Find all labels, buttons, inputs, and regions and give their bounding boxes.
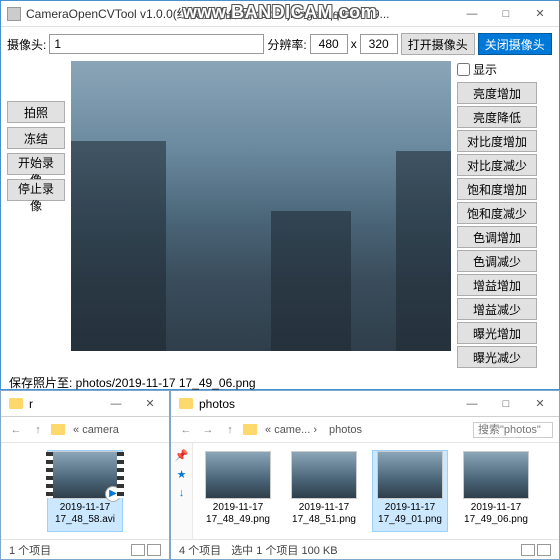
display-checkbox[interactable] xyxy=(457,63,470,76)
image-thumbnail xyxy=(463,451,529,499)
file-item-png[interactable]: 2019-11-17 17_49_01.png xyxy=(373,451,447,531)
view-icon[interactable] xyxy=(521,544,535,556)
main-window: CameraOpenCVTool v1.0.0(红模仿 小作品 csdn: ji… xyxy=(0,0,560,390)
exp2-crumb1[interactable]: « came... › xyxy=(261,423,321,437)
play-overlay-icon: ▶ xyxy=(105,486,121,502)
brightness-down-button[interactable]: 亮度降低 xyxy=(457,106,537,128)
exp2-maximize[interactable]: □ xyxy=(489,394,523,414)
contrast-up-button[interactable]: 对比度增加 xyxy=(457,130,537,152)
exp1-titlebar[interactable]: r — ✕ xyxy=(1,391,169,417)
file-name: 2019-11-17 17_49_01.png xyxy=(373,502,447,526)
exp2-statusbar: 4 个项目 选中 1 个项目 100 KB xyxy=(171,539,559,559)
explorer-window-2: photos — □ ✕ ← → ↑ « came... › photos 📌 … xyxy=(170,390,560,560)
stop-record-button[interactable]: 停止录像 xyxy=(7,179,65,201)
view-icon[interactable] xyxy=(147,544,161,556)
exp2-title: photos xyxy=(199,397,235,411)
height-input[interactable] xyxy=(360,34,398,54)
brightness-up-button[interactable]: 亮度增加 xyxy=(457,82,537,104)
camera-preview xyxy=(71,61,451,351)
camera-index-input[interactable] xyxy=(49,34,264,54)
display-label: 显示 xyxy=(473,61,497,78)
exp1-toolbar: ← ↑ « camera xyxy=(1,417,169,443)
file-item-avi[interactable]: ▶ 2019-11-17 17_48_58.avi xyxy=(48,451,122,531)
top-controls: 摄像头: 分辨率: x 打开摄像头 关闭摄像头 xyxy=(1,27,559,61)
forward-icon[interactable]: → xyxy=(199,421,217,439)
freeze-button[interactable]: 冻结 xyxy=(7,127,65,149)
hue-down-button[interactable]: 色调减少 xyxy=(457,250,537,272)
saturation-up-button[interactable]: 饱和度增加 xyxy=(457,178,537,200)
saturation-down-button[interactable]: 饱和度减少 xyxy=(457,202,537,224)
hue-up-button[interactable]: 色调增加 xyxy=(457,226,537,248)
bandicam-watermark: www.BANDICAM.com xyxy=(183,2,377,23)
res-x: x xyxy=(351,37,357,51)
gain-up-button[interactable]: 增益增加 xyxy=(457,274,537,296)
close-button[interactable]: ✕ xyxy=(523,4,557,24)
start-record-button[interactable]: 开始录像 xyxy=(7,153,65,175)
file-item-png[interactable]: 2019-11-17 17_49_06.png xyxy=(459,451,533,531)
pin-icon[interactable]: 📌 xyxy=(175,449,189,462)
up-icon[interactable]: ↑ xyxy=(221,421,239,439)
up-icon[interactable]: ↑ xyxy=(29,421,47,439)
maximize-button[interactable]: □ xyxy=(489,4,523,24)
image-thumbnail xyxy=(291,451,357,499)
file-item-png[interactable]: 2019-11-17 17_48_51.png xyxy=(287,451,361,531)
right-controls: 显示 亮度增加 亮度降低 对比度增加 对比度减少 饱和度增加 饱和度减少 色调增… xyxy=(457,61,537,368)
file-item-png[interactable]: 2019-11-17 17_48_49.png xyxy=(201,451,275,531)
file-name: 2019-11-17 17_48_51.png xyxy=(287,502,361,526)
minimize-button[interactable]: — xyxy=(455,4,489,24)
exp2-titlebar[interactable]: photos — □ ✕ xyxy=(171,391,559,417)
search-input[interactable] xyxy=(473,422,553,438)
exp2-crumb2[interactable]: photos xyxy=(325,423,366,437)
capture-button[interactable]: 拍照 xyxy=(7,101,65,123)
camera-label: 摄像头: xyxy=(7,36,46,53)
back-icon[interactable]: ← xyxy=(177,421,195,439)
close-camera-button[interactable]: 关闭摄像头 xyxy=(478,33,552,55)
exp2-minimize[interactable]: — xyxy=(455,394,489,414)
left-controls: 拍照 冻结 开始录像 停止录像 xyxy=(7,61,65,368)
view-icon[interactable] xyxy=(537,544,551,556)
exp1-statusbar: 1 个项目 xyxy=(1,539,169,559)
file-name: 2019-11-17 17_48_49.png xyxy=(201,502,275,526)
app-icon xyxy=(7,7,21,21)
explorer-window-1: r — ✕ ← ↑ « camera ▶ 2019-11-17 17_48_58… xyxy=(0,390,170,560)
video-thumbnail: ▶ xyxy=(52,451,118,499)
download-icon[interactable]: ↓ xyxy=(179,487,185,499)
exp2-sidebar: 📌 ★ ↓ xyxy=(171,443,193,539)
exp1-minimize[interactable]: — xyxy=(99,394,133,414)
folder-icon xyxy=(51,424,65,435)
resolution-label: 分辨率: xyxy=(267,36,306,53)
file-name: 2019-11-17 17_49_06.png xyxy=(459,502,533,526)
folder-icon xyxy=(9,398,23,409)
exposure-down-button[interactable]: 曝光减少 xyxy=(457,346,537,368)
image-thumbnail xyxy=(205,451,271,499)
width-input[interactable] xyxy=(310,34,348,54)
exp1-crumb[interactable]: « camera xyxy=(69,423,123,437)
gain-down-button[interactable]: 增益减少 xyxy=(457,298,537,320)
exp2-close[interactable]: ✕ xyxy=(523,394,557,414)
open-camera-button[interactable]: 打开摄像头 xyxy=(401,33,475,55)
view-icon[interactable] xyxy=(131,544,145,556)
star-icon[interactable]: ★ xyxy=(177,468,187,481)
contrast-down-button[interactable]: 对比度减少 xyxy=(457,154,537,176)
image-thumbnail xyxy=(377,451,443,499)
exp2-toolbar: ← → ↑ « came... › photos xyxy=(171,417,559,443)
back-icon[interactable]: ← xyxy=(7,421,25,439)
exposure-up-button[interactable]: 曝光增加 xyxy=(457,322,537,344)
exp1-close[interactable]: ✕ xyxy=(133,394,167,414)
folder-icon xyxy=(179,398,193,409)
folder-icon xyxy=(243,424,257,435)
file-name: 2019-11-17 17_48_58.avi xyxy=(48,502,122,526)
exp1-title: r xyxy=(29,397,33,411)
